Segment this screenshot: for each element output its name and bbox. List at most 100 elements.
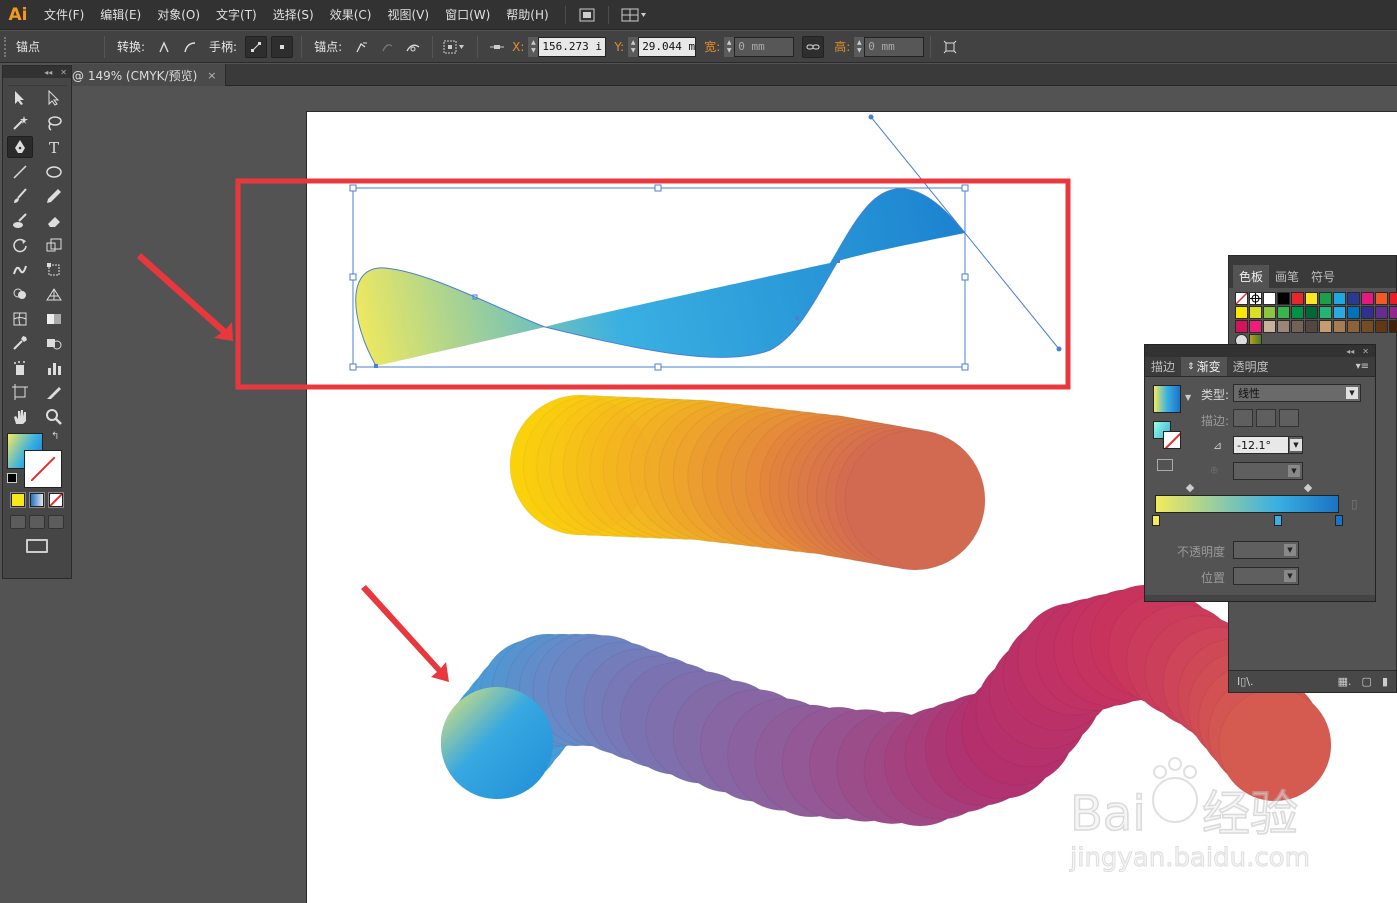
direct-selection-icon[interactable]	[41, 87, 67, 109]
color-swatch[interactable]	[1347, 320, 1360, 333]
free-transform-icon[interactable]	[41, 259, 67, 281]
artboard-icon[interactable]	[7, 381, 33, 403]
selection-icon[interactable]	[7, 87, 33, 109]
stroke-within-icon[interactable]	[1233, 409, 1253, 427]
tab-stroke[interactable]: 描边	[1145, 357, 1181, 376]
close-icon[interactable]: ✕	[1362, 347, 1369, 356]
swap-icon[interactable]: ↰	[51, 431, 59, 442]
angle-input[interactable]: -12.1°	[1233, 436, 1289, 454]
default-colors-icon[interactable]	[7, 473, 17, 483]
color-stop-yellow[interactable]	[1152, 515, 1160, 526]
none-mode-icon[interactable]	[47, 492, 64, 508]
color-swatch[interactable]	[1291, 292, 1304, 305]
type-select[interactable]: 线性 ▼	[1233, 384, 1361, 402]
magic-wand-icon[interactable]	[7, 112, 33, 134]
ellipse-icon[interactable]	[41, 161, 67, 183]
collapse-icon[interactable]: ◂◂	[1346, 347, 1354, 356]
color-swatch[interactable]	[1389, 306, 1397, 319]
stroke-across-icon[interactable]	[1279, 409, 1299, 427]
perspective-grid-icon[interactable]	[41, 283, 67, 305]
color-swatch[interactable]	[1333, 292, 1346, 305]
pencil-icon[interactable]	[41, 185, 67, 207]
color-swatch[interactable]	[1305, 292, 1318, 305]
gradient-icon[interactable]	[41, 308, 67, 330]
new-swatch-icon[interactable]: ▢	[1362, 675, 1372, 688]
collapse-icon[interactable]: ◂◂	[44, 68, 52, 77]
color-swatch[interactable]	[1249, 320, 1262, 333]
color-swatch[interactable]	[1347, 292, 1360, 305]
stroke-swatch[interactable]	[24, 450, 62, 488]
none-swatch[interactable]	[1235, 292, 1248, 305]
color-swatch[interactable]	[1361, 306, 1374, 319]
color-swatch[interactable]	[1277, 306, 1290, 319]
hand-icon[interactable]	[7, 406, 33, 428]
registration-swatch[interactable]	[1249, 292, 1262, 305]
color-mode-icon[interactable]	[10, 492, 27, 508]
color-swatch[interactable]	[1333, 306, 1346, 319]
type-icon[interactable]: T	[41, 136, 67, 158]
screen-mode-icon[interactable]	[26, 539, 48, 553]
midpoint-marker[interactable]	[1303, 483, 1313, 493]
scale-icon[interactable]	[41, 234, 67, 256]
tab-swatches[interactable]: 色板	[1233, 265, 1270, 288]
shape-builder-icon[interactable]	[7, 283, 33, 305]
draw-inside-icon[interactable]	[47, 515, 64, 529]
gradient-wave-shape[interactable]	[355, 188, 965, 366]
warp-icon[interactable]	[7, 259, 33, 281]
color-swatch[interactable]	[1263, 306, 1276, 319]
color-swatch[interactable]	[1249, 306, 1262, 319]
tab-gradient[interactable]: ⇕ 渐变	[1181, 357, 1227, 376]
color-swatch[interactable]	[1305, 306, 1318, 319]
swatch-library-icon[interactable]: I▯\.	[1237, 675, 1254, 688]
close-icon[interactable]: ✕	[60, 68, 67, 77]
color-swatch[interactable]	[1361, 292, 1374, 305]
color-swatch[interactable]	[1235, 320, 1248, 333]
color-swatch[interactable]	[1375, 306, 1388, 319]
color-swatch[interactable]	[1389, 320, 1397, 333]
color-swatch[interactable]	[1291, 320, 1304, 333]
draw-normal-icon[interactable]	[10, 515, 27, 529]
color-swatch[interactable]	[1277, 292, 1290, 305]
delete-stop-icon[interactable]: ▯	[1351, 497, 1358, 511]
gradient-panel-footer[interactable]	[1145, 595, 1375, 601]
zoom-icon[interactable]	[41, 406, 67, 428]
color-swatch[interactable]	[1347, 306, 1360, 319]
slice-icon[interactable]	[41, 381, 67, 403]
blend-icon[interactable]	[41, 332, 67, 354]
lasso-icon[interactable]	[41, 112, 67, 134]
reverse-gradient-icon[interactable]	[1157, 459, 1173, 471]
paintbrush-icon[interactable]	[7, 185, 33, 207]
color-swatch[interactable]	[1263, 320, 1276, 333]
color-swatch[interactable]	[1333, 320, 1346, 333]
midpoint-marker[interactable]	[1185, 483, 1195, 493]
gradient-mode-icon[interactable]	[28, 492, 45, 508]
color-swatch[interactable]	[1277, 320, 1290, 333]
angle-dropdown[interactable]: ▼	[1288, 436, 1303, 454]
delete-swatch-icon[interactable]: ▮	[1382, 675, 1388, 688]
blob-brush-icon[interactable]	[7, 210, 33, 232]
blue-blend-stroke[interactable]	[440, 584, 1332, 827]
rotate-icon[interactable]	[7, 234, 33, 256]
swatch-options-icon[interactable]: ▦.	[1338, 675, 1352, 688]
opacity-select[interactable]: ▼	[1233, 541, 1299, 559]
color-swatch[interactable]	[1235, 306, 1248, 319]
yellow-blend-stroke[interactable]	[509, 394, 986, 571]
gradient-preview-arrow-icon[interactable]: ▼	[1185, 393, 1191, 402]
color-swatch[interactable]	[1375, 292, 1388, 305]
tab-symbols[interactable]: 符号	[1305, 265, 1341, 288]
fill-stroke-mini-icon[interactable]	[1153, 421, 1183, 451]
color-swatch[interactable]	[1389, 292, 1397, 305]
tools-panel-grip[interactable]	[7, 78, 67, 86]
color-swatch[interactable]	[1319, 292, 1332, 305]
stroke-along-icon[interactable]	[1256, 409, 1276, 427]
color-swatch[interactable]	[1291, 306, 1304, 319]
panel-menu-icon[interactable]: ▾≡	[1350, 357, 1375, 376]
color-swatch[interactable]	[1361, 320, 1374, 333]
tab-brushes[interactable]: 画笔	[1269, 265, 1305, 288]
color-swatch[interactable]	[1375, 320, 1388, 333]
eraser-icon[interactable]	[41, 210, 67, 232]
mesh-icon[interactable]	[7, 308, 33, 330]
aspect-ratio-select[interactable]: ▼	[1233, 462, 1303, 480]
line-icon[interactable]	[7, 161, 33, 183]
color-swatch[interactable]	[1305, 320, 1318, 333]
